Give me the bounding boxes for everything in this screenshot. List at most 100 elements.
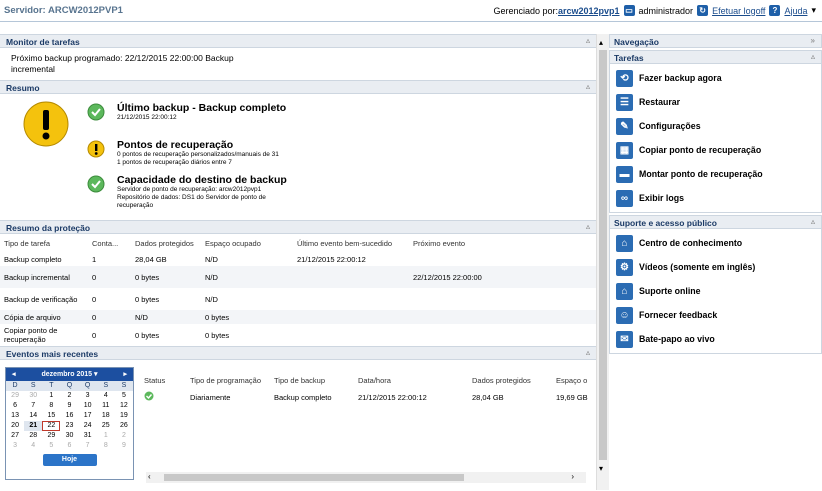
task-backup-now[interactable]: ⟲ Fazer backup agora	[610, 66, 821, 90]
logoff-link[interactable]: Efetuar logoff	[712, 6, 765, 16]
support-header[interactable]: Suporte e acesso público ▵	[609, 215, 822, 229]
events-hscrollbar[interactable]: ‹ ›	[146, 472, 586, 483]
table-row[interactable]: Backup incremental 0 0 bytes N/D 22/12/2015 …	[0, 266, 596, 288]
calendar-day[interactable]: 17	[79, 411, 97, 421]
calendar-day[interactable]: 9	[60, 401, 78, 411]
next-month-icon[interactable]: ▸	[123, 368, 127, 381]
help-dropdown-icon[interactable]: ▾	[811, 5, 816, 16]
calendar-day[interactable]: 21	[24, 421, 43, 431]
calendar-day[interactable]: 7	[24, 401, 42, 411]
calendar-day[interactable]: 4	[24, 441, 42, 451]
events-header[interactable]: Eventos mais recentes ▵	[0, 346, 596, 360]
prev-month-icon[interactable]: ◂	[12, 368, 16, 381]
task-mount-recovery-point[interactable]: ▬ Montar ponto de recuperação	[610, 162, 821, 186]
scroll-left-icon[interactable]: ‹	[148, 472, 151, 481]
calendar-day[interactable]: 23	[60, 421, 78, 431]
collapse-icon[interactable]: ▵	[811, 217, 815, 226]
calendar-day[interactable]: 6	[6, 401, 24, 411]
calendar-day[interactable]: 30	[60, 431, 78, 441]
calendar-day[interactable]: 6	[60, 441, 78, 451]
table-row[interactable]: Diariamente Backup completo 21/12/2015 22:…	[140, 390, 596, 404]
calendar-day[interactable]: 24	[79, 421, 97, 431]
col-header[interactable]: Último evento bem-sucedido	[293, 234, 409, 252]
col-header[interactable]: Próximo evento	[409, 234, 596, 252]
collapse-icon[interactable]: ▵	[586, 82, 590, 91]
col-header[interactable]: Data/hora	[354, 370, 468, 390]
support-feedback[interactable]: ☺ Fornecer feedback	[610, 303, 821, 327]
main-vscrollbar[interactable]: ▴ ▾	[596, 34, 609, 490]
calendar-day[interactable]: 14	[24, 411, 42, 421]
col-header[interactable]: Dados protegidos	[468, 370, 552, 390]
calendar-day[interactable]: 12	[115, 401, 133, 411]
hscroll-thumb[interactable]	[164, 474, 464, 481]
task-restore[interactable]: ☰ Restaurar	[610, 90, 821, 114]
collapse-icon[interactable]: ▵	[586, 348, 590, 357]
collapse-right-icon[interactable]: »	[811, 36, 815, 45]
support-videos[interactable]: ⚙ Vídeos (somente em inglês)	[610, 255, 821, 279]
calendar-day[interactable]: 11	[97, 401, 115, 411]
calendar-day[interactable]: 8	[97, 441, 115, 451]
col-header[interactable]: Tipo de tarefa	[0, 234, 88, 252]
calendar-day[interactable]: 15	[42, 411, 60, 421]
summary-header[interactable]: Resumo ▵	[0, 80, 596, 94]
navigation-header[interactable]: Navegação »	[609, 34, 822, 48]
table-row[interactable]: Backup completo 1 28,04 GB N/D 21/12/2015 22…	[0, 252, 596, 266]
calendar-day[interactable]: 27	[6, 431, 24, 441]
tasks-header[interactable]: Tarefas ▵	[609, 50, 822, 64]
table-row[interactable]: Cópia de arquivo 0 N/D 0 bytes	[0, 310, 596, 324]
calendar-day[interactable]: 1	[97, 431, 115, 441]
col-header[interactable]: Tipo de backup	[270, 370, 354, 390]
calendar-day[interactable]: 8	[42, 401, 60, 411]
scroll-down-icon[interactable]: ▾	[599, 464, 603, 473]
scroll-right-icon[interactable]: ›	[571, 472, 574, 481]
calendar-day[interactable]: 18	[97, 411, 115, 421]
support-knowledge-center[interactable]: ⌂ Centro de conhecimento	[610, 231, 821, 255]
protection-header[interactable]: Resumo da proteção ▵	[0, 220, 596, 234]
help-icon[interactable]: ?	[769, 5, 781, 16]
col-header[interactable]: Espaço o	[552, 370, 596, 390]
calendar-day[interactable]: 5	[42, 441, 60, 451]
calendar-day[interactable]: 7	[79, 441, 97, 451]
calendar-day[interactable]: 19	[115, 411, 133, 421]
col-header[interactable]: Espaço ocupado	[201, 234, 293, 252]
calendar-day[interactable]: 30	[24, 391, 42, 401]
col-header[interactable]: Conta...	[88, 234, 131, 252]
managed-link[interactable]: arcw2012pvp1	[558, 6, 620, 16]
calendar-day[interactable]: 25	[97, 421, 115, 431]
calendar-day[interactable]: 26	[115, 421, 133, 431]
support-online[interactable]: ⌂ Suporte online	[610, 279, 821, 303]
calendar-day[interactable]: 2	[60, 391, 78, 401]
task-monitor-header[interactable]: Monitor de tarefas ▵	[0, 34, 596, 48]
table-row[interactable]: Backup de verificação 0 0 bytes N/D	[0, 288, 596, 310]
calendar-day[interactable]: 22	[42, 421, 61, 431]
collapse-icon[interactable]: ▵	[586, 36, 590, 45]
help-link[interactable]: Ajuda	[784, 6, 807, 16]
calendar-day[interactable]: 5	[115, 391, 133, 401]
calendar-day[interactable]: 2	[115, 431, 133, 441]
support-live-chat[interactable]: ✉ Bate-papo ao vivo	[610, 327, 821, 351]
calendar-day[interactable]: 20	[6, 421, 24, 431]
task-settings[interactable]: ✎ Configurações	[610, 114, 821, 138]
calendar-day[interactable]: 3	[6, 441, 24, 451]
calendar-day[interactable]: 13	[6, 411, 24, 421]
task-view-logs[interactable]: ∞ Exibir logs	[610, 186, 821, 210]
table-row[interactable]: Copiar ponto de recuperação 0 0 bytes 0 byt…	[0, 324, 596, 346]
collapse-icon[interactable]: ▵	[586, 222, 590, 231]
calendar-day[interactable]: 4	[97, 391, 115, 401]
calendar-month[interactable]: dezembro 2015	[41, 371, 92, 378]
monitor-icon[interactable]: ▭	[623, 5, 635, 16]
calendar-day[interactable]: 28	[24, 431, 42, 441]
refresh-icon[interactable]: ↻	[697, 5, 709, 16]
col-header[interactable]: Dados protegidos	[131, 234, 201, 252]
calendar-day[interactable]: 10	[79, 401, 97, 411]
calendar-day[interactable]: 29	[42, 431, 60, 441]
calendar-day[interactable]: 29	[6, 391, 24, 401]
calendar-day[interactable]: 31	[79, 431, 97, 441]
col-header[interactable]: Status	[140, 370, 186, 390]
scroll-up-icon[interactable]: ▴	[599, 38, 603, 47]
calendar-day[interactable]: 9	[115, 441, 133, 451]
today-button[interactable]: Hoje	[42, 454, 97, 466]
vscroll-thumb[interactable]	[599, 50, 607, 460]
calendar-day[interactable]: 1	[42, 391, 60, 401]
task-copy-recovery-point[interactable]: ▦ Copiar ponto de recuperação	[610, 138, 821, 162]
